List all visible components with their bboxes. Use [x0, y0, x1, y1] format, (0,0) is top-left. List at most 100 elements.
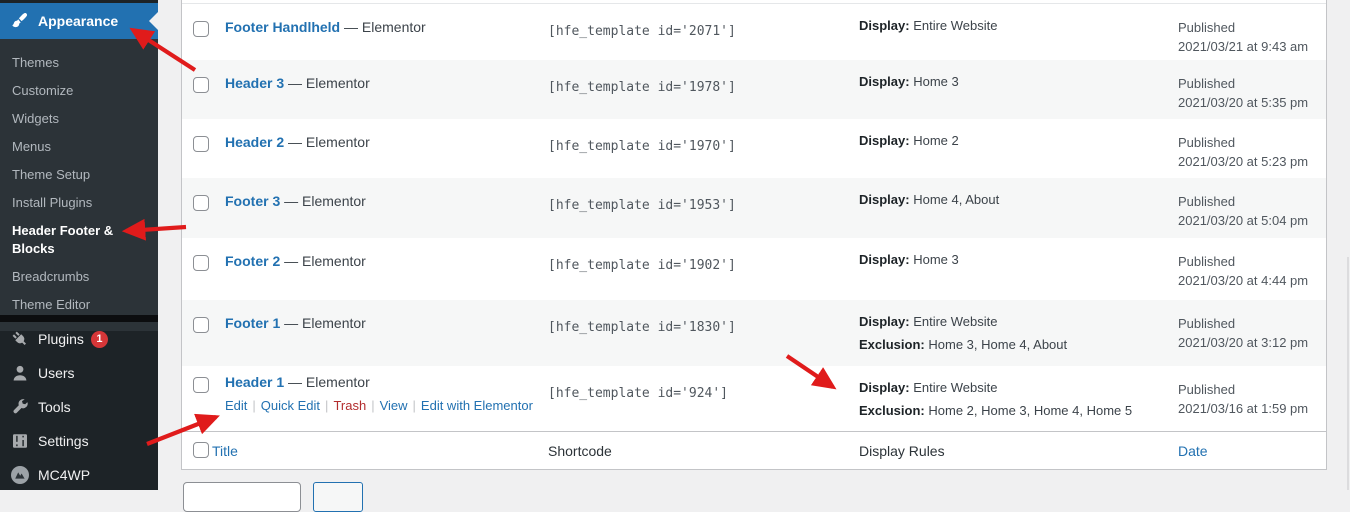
sidebar-item-label: Settings	[38, 433, 89, 449]
row-title-link[interactable]: Footer 3	[225, 193, 280, 209]
sidebar-item-label: Users	[38, 365, 75, 381]
row-display-rules: Display: Entire Website Exclusion: Home …	[859, 315, 1067, 361]
sidebar-item-customize[interactable]: Customize	[0, 77, 158, 105]
row-title-suffix: — Elementor	[340, 19, 426, 35]
sidebar-item-label: Appearance	[38, 13, 118, 29]
row-title-link[interactable]: Footer 1	[225, 315, 280, 331]
display-label: Display:	[859, 18, 910, 33]
sidebar-item-tools[interactable]: Tools	[0, 390, 158, 424]
sidebar-item-plugins[interactable]: Plugins 1	[0, 322, 158, 356]
sidebar-item-users[interactable]: Users	[0, 356, 158, 390]
sidebar-item-appearance[interactable]: Appearance	[0, 3, 158, 39]
row-checkbox[interactable]	[193, 136, 209, 152]
action-separator: |	[413, 398, 416, 413]
select-all-checkbox[interactable]	[193, 442, 209, 458]
bulk-actions-select[interactable]	[183, 482, 301, 512]
row-action-edit-with-elementor[interactable]: Edit with Elementor	[421, 398, 533, 413]
mc4wp-icon	[10, 465, 30, 485]
sidebar-item-install-plugins[interactable]: Install Plugins	[0, 189, 158, 217]
table-row: Footer 3 — Elementor [hfe_template id='1…	[182, 178, 1326, 238]
row-checkbox[interactable]	[193, 77, 209, 93]
row-title-link[interactable]: Header 3	[225, 75, 284, 91]
row-shortcode: [hfe_template id='1953']	[548, 198, 736, 213]
sidebar-item-label: Customize	[12, 83, 73, 98]
sidebar-item-label: Breadcrumbs	[12, 269, 89, 284]
sidebar-item-label: Tools	[38, 399, 71, 415]
action-separator: |	[371, 398, 374, 413]
sidebar-item-label: Theme Setup	[12, 167, 90, 182]
users-icon	[10, 363, 30, 383]
row-date: Published 2021/03/20 at 5:23 pm	[1178, 133, 1308, 171]
row-date-value: 2021/03/20 at 5:23 pm	[1178, 152, 1308, 171]
title-cell: Header 3 — Elementor	[225, 74, 370, 92]
display-label: Display:	[859, 133, 910, 148]
plugin-icon	[10, 329, 30, 349]
action-separator: |	[252, 398, 255, 413]
column-header-date[interactable]: Date	[1178, 443, 1208, 459]
sidebar-item-breadcrumbs[interactable]: Breadcrumbs	[0, 263, 158, 291]
row-date: Published 2021/03/16 at 1:59 pm	[1178, 380, 1308, 418]
sidebar-item-header-footer-blocks[interactable]: Header Footer & Blocks	[0, 217, 158, 263]
sidebar-item-label: Header Footer & Blocks	[12, 223, 113, 256]
row-checkbox[interactable]	[193, 377, 209, 393]
row-shortcode: [hfe_template id='1970']	[548, 139, 736, 154]
row-title-suffix: — Elementor	[284, 134, 370, 150]
exclusion-value: Home 2, Home 3, Home 4, Home 5	[928, 403, 1132, 418]
sidebar-item-label: Widgets	[12, 111, 59, 126]
row-title-link[interactable]: Footer Handlheld	[225, 19, 340, 35]
appearance-submenu: Themes Customize Widgets Menus Theme Setup In…	[0, 39, 158, 331]
row-title-link[interactable]: Header 1	[225, 374, 284, 390]
sidebar-item-label: MC4WP	[38, 467, 90, 483]
column-header-title[interactable]: Title	[212, 443, 238, 459]
row-display-rules: Display: Home 3	[859, 253, 959, 276]
display-value: Home 3	[913, 252, 959, 267]
row-display-rules: Display: Entire Website	[859, 19, 998, 42]
row-date-value: 2021/03/16 at 1:59 pm	[1178, 399, 1308, 418]
row-action-quick-edit[interactable]: Quick Edit	[261, 398, 320, 413]
row-action-trash[interactable]: Trash	[333, 398, 366, 413]
row-title-suffix: — Elementor	[280, 253, 366, 269]
table-row: Header 3 — Elementor [hfe_template id='1…	[182, 60, 1326, 119]
row-checkbox[interactable]	[193, 21, 209, 37]
row-date-value: 2021/03/21 at 9:43 am	[1178, 37, 1308, 56]
display-value: Entire Website	[913, 18, 997, 33]
sidebar-item-themes[interactable]: Themes	[0, 49, 158, 77]
row-date-value: 2021/03/20 at 5:04 pm	[1178, 211, 1308, 230]
row-date: Published 2021/03/20 at 5:04 pm	[1178, 192, 1308, 230]
menu-separator	[0, 315, 158, 322]
row-title-suffix: — Elementor	[280, 193, 366, 209]
row-title-link[interactable]: Header 2	[225, 134, 284, 150]
title-cell: Footer 3 — Elementor	[225, 192, 366, 210]
row-date-value: 2021/03/20 at 5:35 pm	[1178, 93, 1308, 112]
display-value: Entire Website	[913, 380, 997, 395]
sidebar-item-mc4wp[interactable]: MC4WP	[0, 458, 158, 492]
display-label: Display:	[859, 380, 910, 395]
row-action-edit[interactable]: Edit	[225, 398, 247, 413]
row-title-suffix: — Elementor	[284, 374, 370, 390]
row-checkbox[interactable]	[193, 255, 209, 271]
display-label: Display:	[859, 74, 910, 89]
row-display-rules: Display: Home 2	[859, 134, 959, 157]
list-table-body: Footer Handlheld — Elementor [hfe_templa…	[182, 4, 1326, 431]
row-checkbox[interactable]	[193, 195, 209, 211]
row-status: Published	[1178, 380, 1308, 399]
apply-button[interactable]	[313, 482, 363, 512]
row-title-link[interactable]: Footer 2	[225, 253, 280, 269]
action-separator: |	[325, 398, 328, 413]
sidebar-item-menus[interactable]: Menus	[0, 133, 158, 161]
row-shortcode: [hfe_template id='2071']	[548, 24, 736, 39]
display-value: Home 2	[913, 133, 959, 148]
row-status: Published	[1178, 74, 1308, 93]
row-action-view[interactable]: View	[380, 398, 408, 413]
column-header-display-rules: Display Rules	[859, 443, 945, 459]
sidebar-item-settings[interactable]: Settings	[0, 424, 158, 458]
settings-icon	[10, 431, 30, 451]
title-cell: Header 1 — Elementor Edit | Quick Edit | Tra…	[225, 373, 533, 415]
sidebar-item-widgets[interactable]: Widgets	[0, 105, 158, 133]
display-label: Display:	[859, 252, 910, 267]
sidebar-item-theme-setup[interactable]: Theme Setup	[0, 161, 158, 189]
row-status: Published	[1178, 252, 1308, 271]
row-checkbox[interactable]	[193, 317, 209, 333]
sidebar-item-label: Theme Editor	[12, 297, 90, 312]
sidebar-item-label: Install Plugins	[12, 195, 92, 210]
